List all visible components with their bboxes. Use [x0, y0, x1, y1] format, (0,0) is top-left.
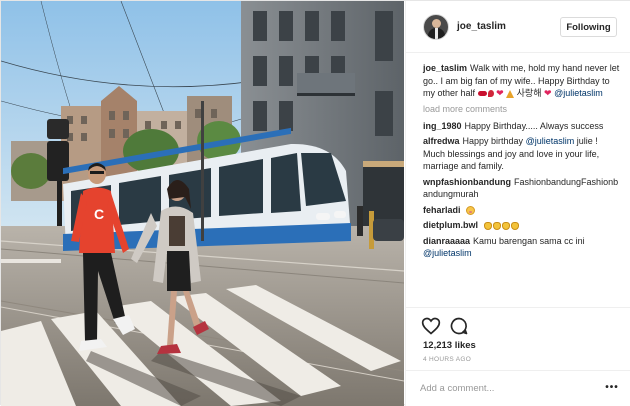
kiss-lips-icon: [477, 91, 487, 97]
comment-mention[interactable]: @julietaslim: [526, 136, 575, 146]
comment-icon[interactable]: [449, 316, 469, 336]
comment-text: Happy birthday: [462, 136, 524, 146]
more-options-icon[interactable]: •••: [603, 381, 621, 395]
heart-icon[interactable]: [421, 316, 441, 336]
street-scene-image: C: [1, 1, 404, 406]
blushing-face-icon: [466, 205, 476, 215]
instagram-post: C joe_taslim Following joe_taslim Walk w…: [0, 0, 630, 406]
add-comment-input[interactable]: [420, 378, 590, 398]
list-item: wnpfashionbandung FashionbandungFashionba…: [423, 176, 621, 201]
list-item: dianraaaaa Kamu barengan sama cc ini @jul…: [423, 235, 621, 260]
clapping-hands-icon: [483, 221, 492, 230]
clapping-hands-icon: [501, 221, 510, 230]
comment-username[interactable]: wnpfashionbandung: [423, 177, 511, 187]
rose-icon: [487, 90, 494, 98]
clapping-hands-icon: [492, 221, 501, 230]
list-item: dietplum.bwl: [423, 219, 621, 232]
comment-username[interactable]: dietplum.bwl: [423, 220, 478, 230]
list-item: alfredwa Happy birthday @julietaslim juli…: [423, 135, 621, 173]
clapping-hands-icon: [510, 221, 519, 230]
caption-korean: 사랑해: [516, 88, 542, 98]
comments-list[interactable]: joe_taslim Walk with me, hold my hand nev…: [406, 54, 630, 306]
post-caption: joe_taslim Walk with me, hold my hand nev…: [423, 62, 621, 100]
heart-emoji-icon: ❤: [496, 88, 504, 98]
list-item: ing_1980 Happy Birthday..... Always succe…: [423, 120, 621, 133]
comment-username[interactable]: ing_1980: [423, 121, 462, 131]
comment-username[interactable]: dianraaaaa: [423, 236, 470, 246]
comment-username[interactable]: feharladi: [423, 205, 461, 215]
comment-username[interactable]: alfredwa: [423, 136, 460, 146]
post-author-username[interactable]: joe_taslim: [457, 21, 506, 32]
comment-text: Kamu barengan sama cc ini: [473, 235, 585, 246]
svg-text:C: C: [94, 206, 104, 222]
add-comment-bar: •••: [406, 370, 630, 406]
heart-emoji-icon: ❤: [544, 88, 552, 98]
avatar[interactable]: [423, 14, 449, 40]
caption-username[interactable]: joe_taslim: [423, 63, 467, 73]
comment-mention[interactable]: @julietaslim: [423, 248, 472, 258]
load-more-comments-link[interactable]: load more comments: [423, 104, 630, 114]
party-popper-icon: [506, 89, 515, 98]
post-timestamp[interactable]: 4 HOURS AGO: [423, 356, 471, 363]
list-item: feharladi: [423, 204, 621, 217]
caption-mention[interactable]: @julietaslim: [554, 88, 603, 98]
post-header: joe_taslim Following: [406, 1, 630, 53]
likes-count[interactable]: 12,213 likes: [423, 340, 476, 351]
comment-text: Happy Birthday..... Always success: [464, 120, 604, 131]
post-side-panel: joe_taslim Following joe_taslim Walk with…: [405, 1, 630, 406]
following-button[interactable]: Following: [560, 17, 617, 37]
post-photo[interactable]: C: [1, 1, 404, 406]
post-actions: 12,213 likes 4 HOURS AGO: [406, 307, 630, 377]
